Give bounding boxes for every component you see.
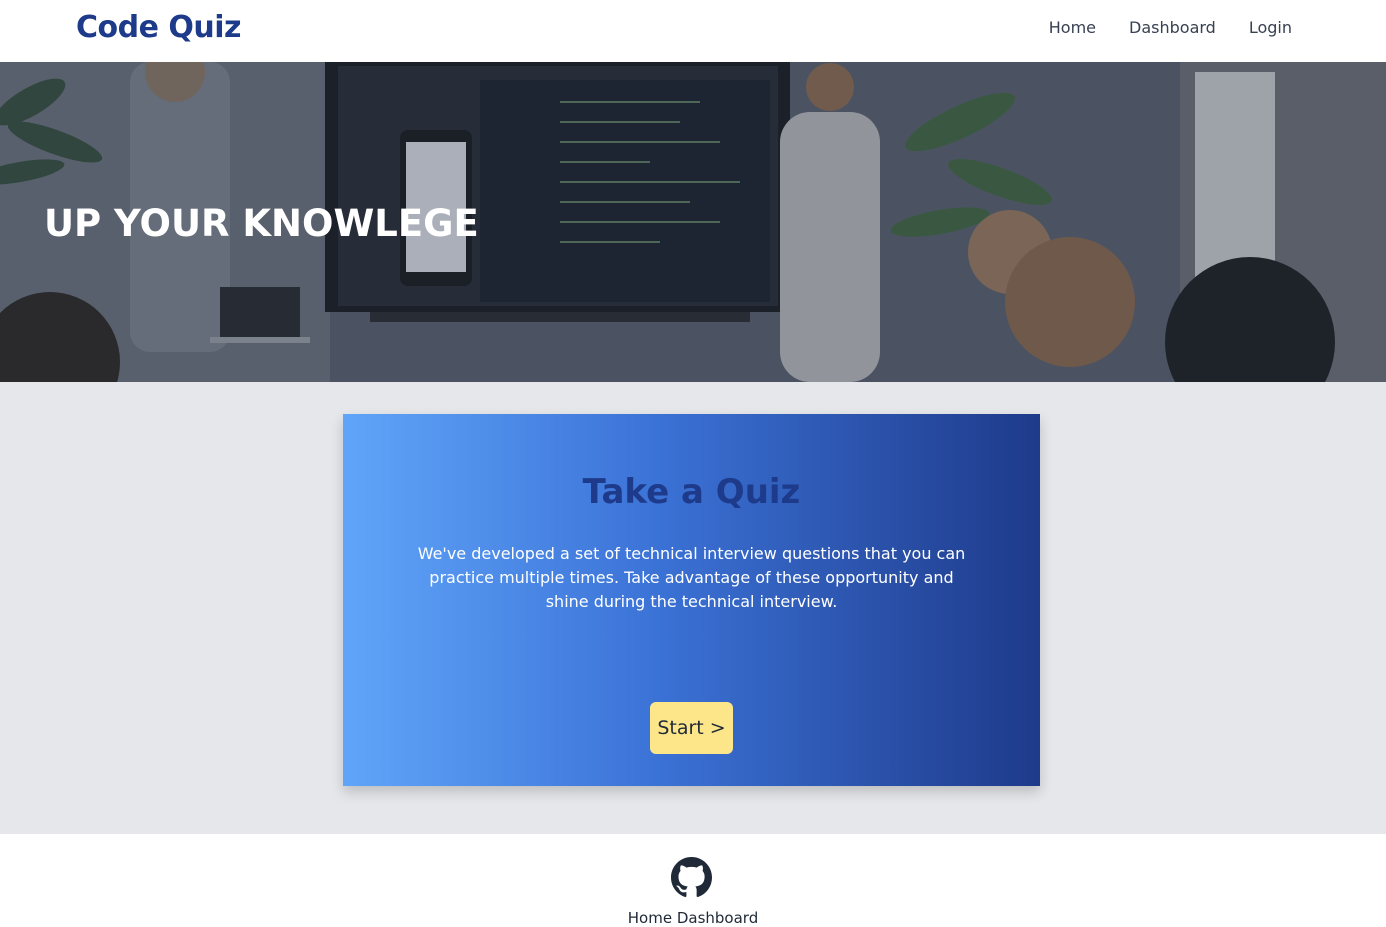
footer: Home Dashboard bbox=[0, 834, 1386, 927]
nav-link-login[interactable]: Login bbox=[1249, 18, 1292, 37]
start-button[interactable]: Start > bbox=[650, 702, 733, 754]
footer-links: Home Dashboard bbox=[0, 909, 1386, 927]
brand-logo[interactable]: Code Quiz bbox=[76, 10, 242, 45]
nav-links: Home Dashboard Login bbox=[1049, 18, 1292, 37]
quiz-card: Take a Quiz We've developed a set of tec… bbox=[343, 414, 1040, 786]
footer-link-home[interactable]: Home bbox=[628, 909, 672, 927]
hero-banner: UP YOUR KNOWLEGE bbox=[0, 62, 1386, 382]
github-icon[interactable] bbox=[671, 857, 712, 898]
card-title: Take a Quiz bbox=[582, 472, 801, 512]
hero-title: UP YOUR KNOWLEGE bbox=[44, 202, 479, 245]
nav-link-home[interactable]: Home bbox=[1049, 18, 1096, 37]
card-description: We've developed a set of technical inter… bbox=[417, 544, 966, 611]
nav-link-dashboard[interactable]: Dashboard bbox=[1129, 18, 1216, 37]
footer-link-dashboard[interactable]: Dashboard bbox=[677, 909, 758, 927]
navbar: Code Quiz Home Dashboard Login bbox=[0, 0, 1386, 62]
